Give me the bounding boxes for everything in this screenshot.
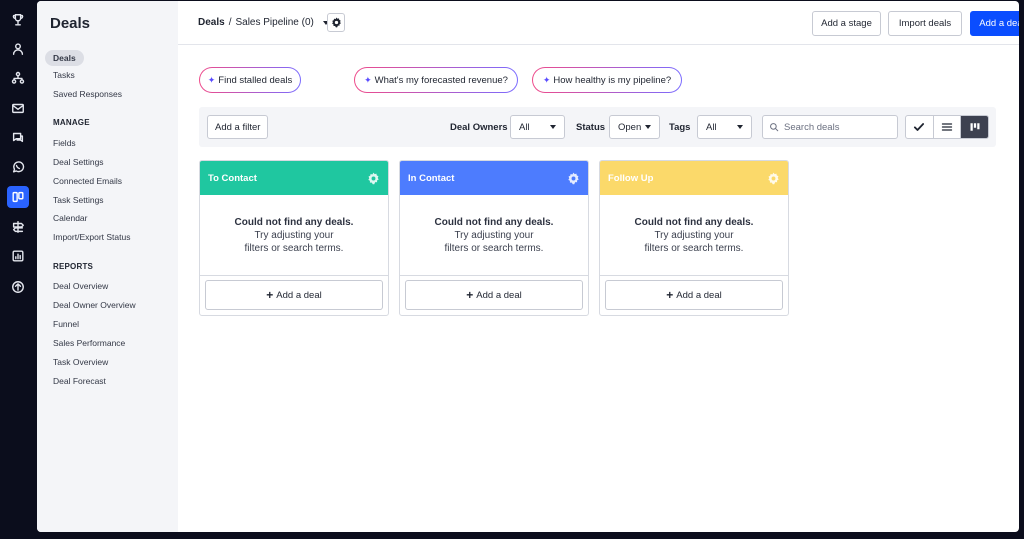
search-icon <box>770 123 779 132</box>
add-deal-follow-up-button[interactable]: + Add a deal <box>605 280 783 310</box>
sidebar-item-deal-forecast[interactable]: Deal Forecast <box>53 376 106 386</box>
sidebar-item-funnel[interactable]: Funnel <box>53 319 79 329</box>
trophy-icon[interactable] <box>8 10 28 30</box>
stage-column-to-contact: To Contact Could not find any deals. Try… <box>199 160 389 316</box>
stage-column-in-contact: In Contact Could not find any deals. Try… <box>399 160 589 316</box>
chevron-down-icon <box>645 125 651 129</box>
import-deals-button[interactable]: Import deals <box>888 11 962 36</box>
pipeline-selector[interactable]: Sales Pipeline (0) <box>235 17 313 28</box>
deal-owners-label: Deal Owners <box>450 122 508 133</box>
ai-prompt-stalled-deals[interactable]: ✦ Find stalled deals <box>199 67 301 93</box>
sidebar-item-task-settings[interactable]: Task Settings <box>53 195 104 205</box>
list-icon <box>941 123 953 131</box>
search-input[interactable] <box>784 121 884 133</box>
checkmark-icon <box>914 123 925 131</box>
stage-header: Follow Up <box>600 161 788 195</box>
sparkle-icon: ✦ <box>207 74 216 85</box>
empty-state-hint: Try adjusting your <box>454 230 534 241</box>
stage-title: Follow Up <box>608 172 654 184</box>
plus-icon: + <box>466 288 474 302</box>
sidebar-item-deals[interactable]: Deals <box>45 50 84 66</box>
sparkle-icon: ✦ <box>542 74 551 85</box>
status-label: Status <box>576 122 606 133</box>
tags-label: Tags <box>669 122 691 133</box>
whatsapp-icon[interactable] <box>8 157 28 177</box>
status-select[interactable]: Open <box>609 115 660 139</box>
sidebar-title: Deals <box>50 15 91 32</box>
breadcrumb: Deals / Sales Pipeline (0) <box>198 17 329 28</box>
chevron-down-icon <box>737 125 743 129</box>
reports-icon[interactable] <box>8 246 28 266</box>
empty-state-hint: Try adjusting your <box>254 230 334 241</box>
filter-bar: Add a filter Deal Owners All Status Open… <box>199 107 996 147</box>
sidebar-item-deal-settings[interactable]: Deal Settings <box>53 157 104 167</box>
sidebar-item-deal-overview[interactable]: Deal Overview <box>53 281 108 291</box>
stage-header: To Contact <box>200 161 388 195</box>
empty-state-title: Could not find any deals. <box>434 217 554 228</box>
sparkle-icon: ✦ <box>364 74 372 85</box>
pipeline-settings-button[interactable] <box>327 13 345 32</box>
gear-icon <box>331 17 341 28</box>
sidebar-section-reports: REPORTS <box>53 262 94 271</box>
sidebar-item-deal-owner-overview[interactable]: Deal Owner Overview <box>53 300 136 310</box>
plus-icon: + <box>266 288 274 302</box>
top-bar: Deals / Sales Pipeline (0) Add a stage I… <box>178 1 1019 45</box>
tags-select[interactable]: All <box>697 115 752 139</box>
empty-state: Could not find any deals. Try adjusting … <box>600 195 788 276</box>
view-tasks-button[interactable] <box>906 116 934 138</box>
deal-owners-select[interactable]: All <box>510 115 565 139</box>
gear-icon[interactable] <box>767 172 780 185</box>
empty-state: Could not find any deals. Try adjusting … <box>200 195 388 276</box>
sidebar-item-saved-responses[interactable]: Saved Responses <box>53 89 122 99</box>
empty-state-hint: filters or search terms. <box>644 243 744 254</box>
empty-state-hint: Try adjusting your <box>654 230 734 241</box>
empty-state-hint: filters or search terms. <box>444 243 544 254</box>
view-board-button[interactable] <box>961 116 988 138</box>
org-chart-icon[interactable] <box>8 68 28 88</box>
search-box <box>762 115 898 139</box>
sidebar-item-import-export-status[interactable]: Import/Export Status <box>53 232 130 242</box>
empty-state-hint: filters or search terms. <box>244 243 344 254</box>
conversation-icon[interactable] <box>8 127 28 147</box>
contact-icon[interactable] <box>8 39 28 59</box>
gear-icon[interactable] <box>367 172 380 185</box>
sidebar-item-tasks[interactable]: Tasks <box>53 70 75 80</box>
sidebar-item-connected-emails[interactable]: Connected Emails <box>53 176 122 186</box>
kanban-icon <box>970 123 980 131</box>
sidebar-item-task-overview[interactable]: Task Overview <box>53 357 108 367</box>
stage-title: In Contact <box>408 172 455 184</box>
stage-header: In Contact <box>400 161 588 195</box>
add-deal-header-button[interactable]: Add a deal <box>970 11 1019 36</box>
plus-icon: + <box>666 288 674 302</box>
app-rail <box>0 0 36 539</box>
ai-prompt-pipeline-health[interactable]: ✦ How healthy is my pipeline? <box>532 67 682 93</box>
signpost-icon[interactable] <box>8 217 28 237</box>
add-stage-button[interactable]: Add a stage <box>812 11 881 36</box>
pipeline-icon[interactable] <box>7 186 29 208</box>
app-window: Deals Deals Tasks Saved Responses MANAGE… <box>37 1 1019 532</box>
breadcrumb-separator: / <box>228 17 232 28</box>
main-content: Deals / Sales Pipeline (0) Add a stage I… <box>178 1 1019 532</box>
chevron-down-icon <box>550 125 556 129</box>
stage-title: To Contact <box>208 172 257 184</box>
view-toggle-group <box>905 115 989 139</box>
sidebar-item-fields[interactable]: Fields <box>53 138 76 148</box>
add-filter-button[interactable]: Add a filter <box>207 115 269 139</box>
empty-state: Could not find any deals. Try adjusting … <box>400 195 588 276</box>
sidebar-section-manage: MANAGE <box>53 118 90 127</box>
mail-icon[interactable] <box>8 98 28 118</box>
upgrade-icon[interactable] <box>8 277 28 297</box>
sidebar-item-calendar[interactable]: Calendar <box>53 213 88 223</box>
ai-prompt-forecasted-revenue[interactable]: ✦ What's my forecasted revenue? <box>354 67 518 93</box>
deals-sidebar: Deals Deals Tasks Saved Responses MANAGE… <box>37 1 178 532</box>
add-deal-in-contact-button[interactable]: + Add a deal <box>405 280 583 310</box>
stage-column-follow-up: Follow Up Could not find any deals. Try … <box>599 160 789 316</box>
empty-state-title: Could not find any deals. <box>234 217 354 228</box>
view-list-button[interactable] <box>934 116 962 138</box>
gear-icon[interactable] <box>567 172 580 185</box>
add-deal-to-contact-button[interactable]: + Add a deal <box>205 280 383 310</box>
sidebar-item-sales-performance[interactable]: Sales Performance <box>53 338 125 348</box>
empty-state-title: Could not find any deals. <box>634 217 754 228</box>
breadcrumb-root[interactable]: Deals <box>198 17 225 28</box>
